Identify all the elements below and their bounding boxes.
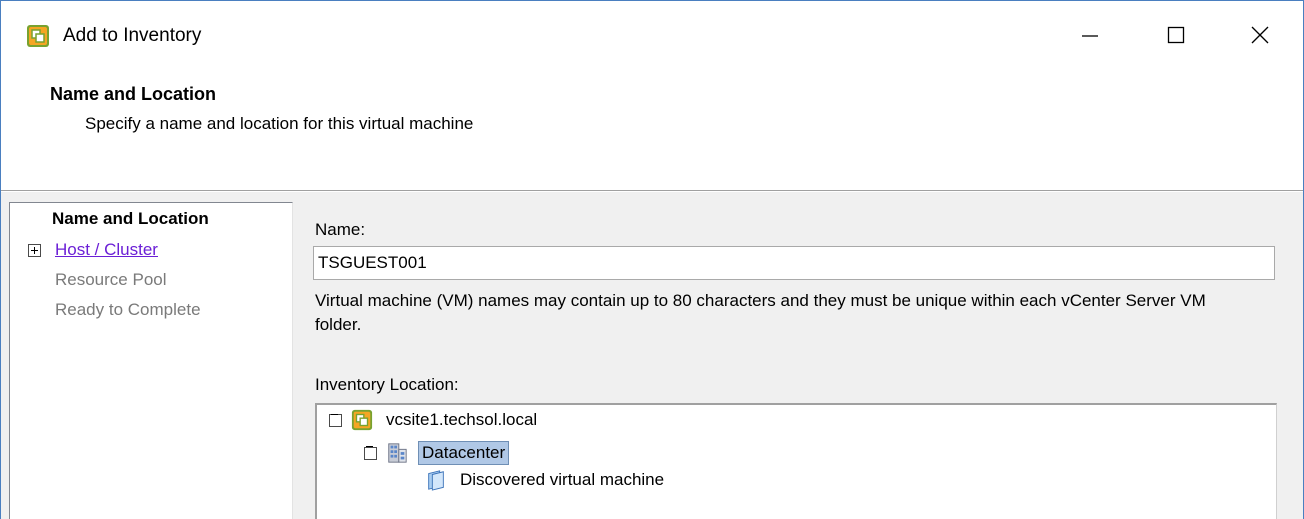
inventory-location-label: Inventory Location:	[315, 375, 459, 394]
close-button[interactable]	[1237, 15, 1283, 55]
name-location-form: Name: Virtual machine (VM) names may con…	[313, 192, 1295, 519]
tree-node-label: vcsite1.techsol.local	[386, 410, 538, 429]
inventory-tree[interactable]: vcsite1.techsol.local Datacenter Discove…	[315, 403, 1277, 519]
datacenter-icon	[388, 443, 407, 463]
tree-node-discovered-vm[interactable]: Discovered virtual machine	[425, 469, 667, 491]
tree-node-datacenter[interactable]: Datacenter	[364, 441, 510, 465]
tree-node-label-selected: Datacenter	[418, 441, 510, 465]
maximize-button[interactable]	[1153, 15, 1199, 55]
tree-node-vcenter[interactable]: vcsite1.techsol.local	[329, 409, 540, 431]
add-to-inventory-window: Add to Inventory Name and Location Speci…	[0, 0, 1304, 519]
minimize-icon	[1082, 35, 1098, 37]
name-help-text: Virtual machine (VM) names may contain u…	[315, 291, 1206, 334]
page-subtitle: Specify a name and location for this vir…	[85, 114, 474, 133]
wizard-header: Name and Location Specify a name and loc…	[1, 71, 1303, 191]
vm-name-input[interactable]	[313, 246, 1275, 280]
step-name-and-location: Name and Location	[52, 209, 209, 228]
collapse-minus-icon[interactable]	[364, 446, 377, 460]
vcenter-icon	[351, 409, 373, 431]
title-bar[interactable]: Add to Inventory	[1, 1, 1303, 71]
step-host-cluster-link[interactable]: Host / Cluster	[55, 240, 158, 260]
wizard-content: Name and Location Host / Cluster Resourc…	[1, 192, 1303, 519]
step-resource-pool: Resource Pool	[55, 270, 167, 289]
expand-plus-icon[interactable]	[28, 244, 41, 257]
folder-icon	[428, 470, 444, 491]
vsphere-client-icon	[27, 25, 49, 47]
page-title: Name and Location	[50, 84, 217, 104]
name-label: Name:	[315, 220, 366, 239]
tree-node-label: Discovered virtual machine	[460, 470, 665, 489]
wizard-steps-panel: Name and Location Host / Cluster Resourc…	[9, 202, 293, 519]
window-title: Add to Inventory	[63, 25, 202, 46]
maximize-icon	[1167, 26, 1185, 44]
collapse-minus-icon[interactable]	[329, 413, 342, 427]
minimize-button[interactable]	[1067, 15, 1113, 55]
close-icon	[1251, 26, 1269, 44]
step-ready-to-complete: Ready to Complete	[55, 300, 201, 319]
